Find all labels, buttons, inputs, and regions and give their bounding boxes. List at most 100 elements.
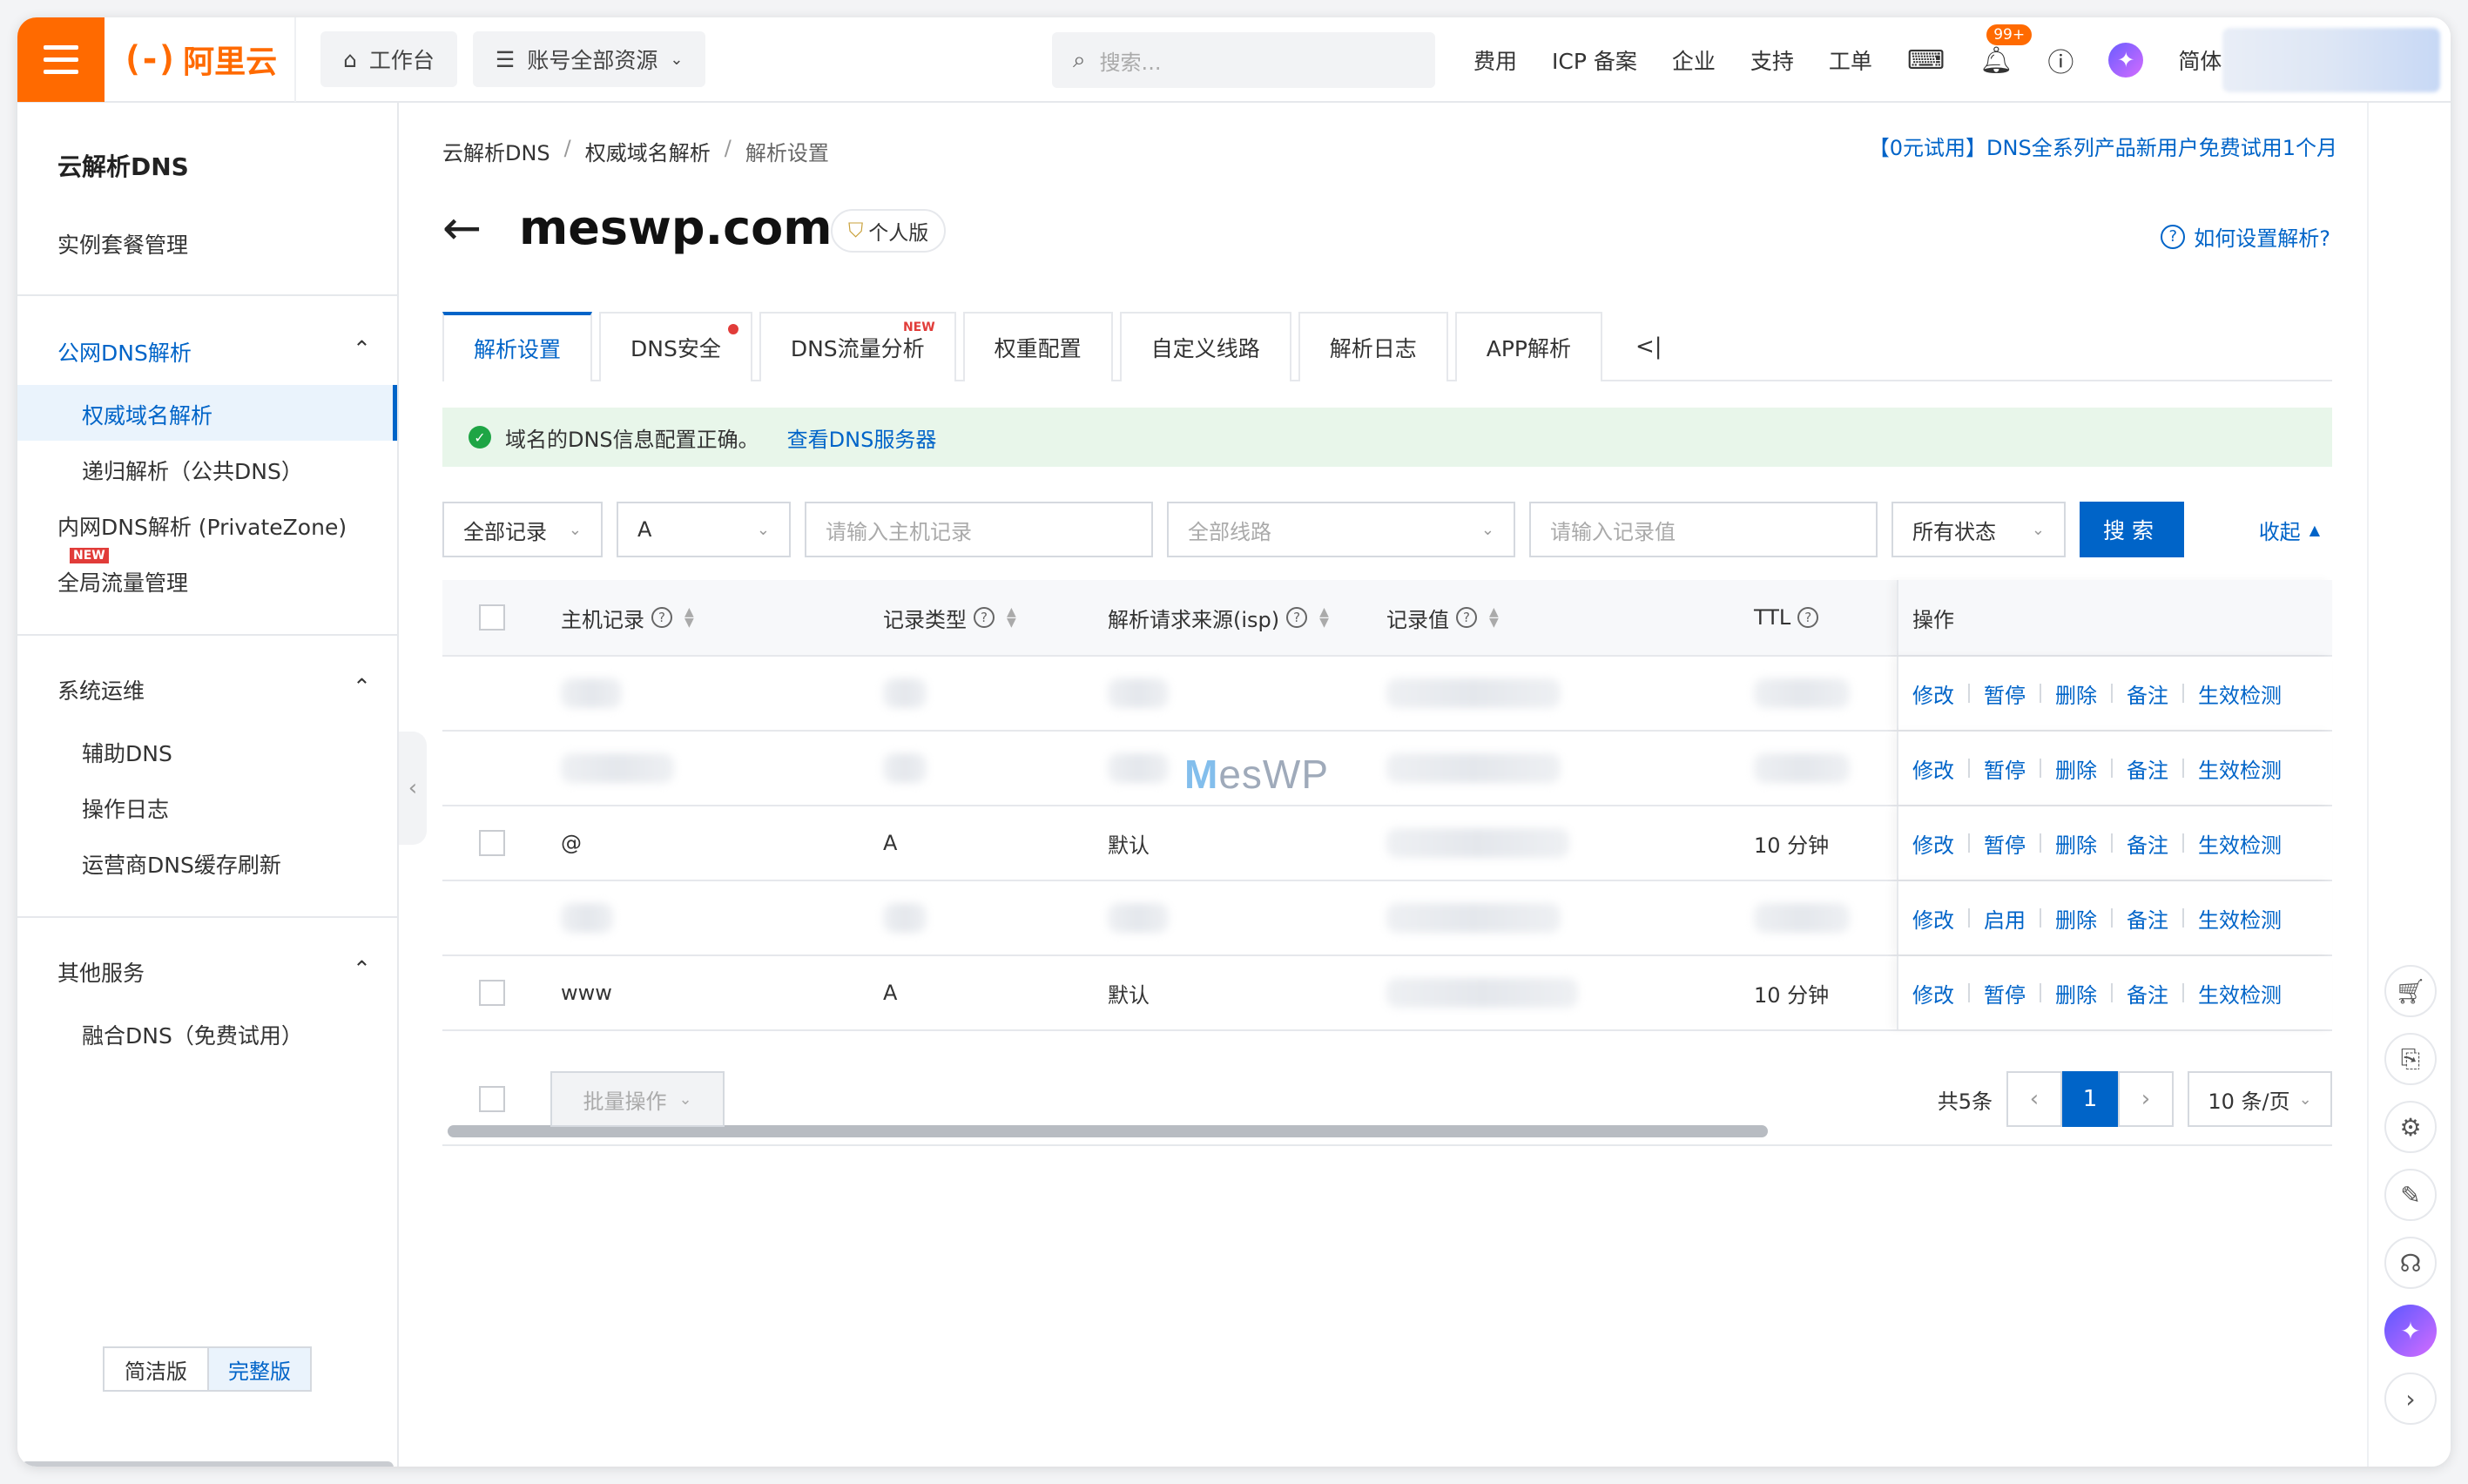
- sidebar-item-global-traffic[interactable]: 全局流量管理: [57, 566, 188, 597]
- edit-pen-icon[interactable]: ✎: [2384, 1169, 2437, 1221]
- pause-link[interactable]: 暂停: [1984, 678, 2026, 709]
- sort-icon[interactable]: ▲ ▼: [684, 606, 694, 629]
- version-full-button[interactable]: 完整版: [207, 1348, 310, 1390]
- check-link[interactable]: 生效检测: [2198, 903, 2282, 934]
- headset-icon[interactable]: ☊: [2384, 1237, 2437, 1289]
- edit-link[interactable]: 修改: [1912, 678, 1954, 709]
- sidebar-item-secondary-dns[interactable]: 辅助DNS: [82, 737, 172, 768]
- remark-link[interactable]: 备注: [2127, 903, 2168, 934]
- batch-operation-dropdown[interactable]: 批量操作 ⌄: [550, 1071, 725, 1127]
- view-dns-servers-link[interactable]: 查看DNS服务器: [787, 422, 937, 453]
- row-checkbox[interactable]: [479, 956, 505, 1029]
- bell-icon[interactable]: 🔔︎ 99+: [1979, 24, 2033, 76]
- footer-select-all-checkbox[interactable]: [479, 1086, 505, 1112]
- back-arrow-icon[interactable]: ←: [442, 200, 482, 255]
- remark-link[interactable]: 备注: [2127, 978, 2168, 1008]
- search-button[interactable]: 搜索: [2080, 502, 2184, 557]
- tab-weight-config[interactable]: 权重配置: [962, 312, 1113, 381]
- global-search-input[interactable]: ⌕ 搜索...: [1052, 32, 1435, 88]
- remark-link[interactable]: 备注: [2127, 753, 2168, 784]
- col-value[interactable]: 记录值? ▲ ▼: [1386, 580, 1499, 655]
- tab-app-resolve[interactable]: APP解析: [1454, 312, 1602, 381]
- tab-dns-traffic[interactable]: DNS流量分析 NEW: [759, 312, 956, 381]
- edit-link[interactable]: 修改: [1912, 828, 1954, 859]
- table-horizontal-scrollbar[interactable]: [448, 1125, 1768, 1137]
- remark-link[interactable]: 备注: [2127, 828, 2168, 859]
- support-link[interactable]: 支持: [1750, 44, 1794, 76]
- check-link[interactable]: 生效检测: [2198, 978, 2282, 1008]
- sidebar-item-authoritative[interactable]: 权威域名解析: [82, 399, 212, 430]
- delete-link[interactable]: 删除: [2055, 753, 2097, 784]
- prev-page-button[interactable]: ‹: [2006, 1071, 2062, 1127]
- collapse-filters-link[interactable]: 收起 ▲: [2259, 515, 2320, 545]
- delete-link[interactable]: 删除: [2055, 678, 2097, 709]
- remark-link[interactable]: 备注: [2127, 678, 2168, 709]
- sidebar-item-cache-refresh[interactable]: 运营商DNS缓存刷新: [82, 848, 281, 880]
- sidebar-group-public-dns[interactable]: 公网DNS解析 ⌃: [57, 336, 371, 368]
- chevron-right-icon[interactable]: ›: [2384, 1373, 2437, 1425]
- workbench-button[interactable]: ⌂ 工作台: [320, 31, 457, 87]
- col-isp[interactable]: 解析请求来源(isp)? ▲ ▼: [1108, 580, 1329, 655]
- next-page-button[interactable]: ›: [2118, 1071, 2174, 1127]
- fees-link[interactable]: 费用: [1473, 44, 1517, 76]
- aliyun-logo[interactable]: (-) 阿里云: [105, 17, 296, 102]
- delete-link[interactable]: 删除: [2055, 978, 2097, 1008]
- gear-icon[interactable]: ⚙: [2384, 1101, 2437, 1153]
- tab-resolve-log[interactable]: 解析日志: [1298, 312, 1448, 381]
- record-scope-select[interactable]: 全部记录 ⌄: [442, 502, 603, 557]
- sidebar-item-private-zone[interactable]: 内网DNS解析 (PrivateZone) NEW: [57, 510, 397, 567]
- edit-link[interactable]: 修改: [1912, 753, 1954, 784]
- terminal-icon[interactable]: ⌨: [1907, 45, 1945, 76]
- icp-link[interactable]: ICP 备案: [1552, 44, 1637, 76]
- delete-link[interactable]: 删除: [2055, 828, 2097, 859]
- host-record-input[interactable]: 请输入主机记录: [805, 502, 1153, 557]
- sort-icon[interactable]: ▲ ▼: [1319, 606, 1329, 629]
- row-checkbox[interactable]: [479, 806, 505, 880]
- enable-link[interactable]: 启用: [1984, 903, 2026, 934]
- check-link[interactable]: 生效检测: [2198, 678, 2282, 709]
- user-account-avatar[interactable]: [2222, 28, 2440, 92]
- help-icon[interactable]: ⓘ: [2047, 41, 2074, 79]
- promo-link[interactable]: 【0元试用】DNS全系列产品新用户免费试用1个月: [1869, 131, 2337, 161]
- breadcrumb-authoritative[interactable]: 权威域名解析: [585, 136, 711, 166]
- col-host[interactable]: 主机记录? ▲ ▼: [561, 580, 694, 655]
- edit-link[interactable]: 修改: [1912, 903, 1954, 934]
- ai-assistant-icon[interactable]: ✦: [2108, 43, 2144, 78]
- page-size-select[interactable]: 10 条/页 ⌄: [2188, 1071, 2332, 1127]
- breadcrumb-dns[interactable]: 云解析DNS: [442, 136, 550, 166]
- status-select[interactable]: 所有状态 ⌄: [1891, 502, 2066, 557]
- line-select[interactable]: 全部线路 ⌄: [1167, 502, 1515, 557]
- pause-link[interactable]: 暂停: [1984, 828, 2026, 859]
- sort-icon[interactable]: ▲ ▼: [1007, 606, 1016, 629]
- tabs-collapse-icon[interactable]: <|: [1609, 312, 1689, 381]
- sort-icon[interactable]: ▲ ▼: [1489, 606, 1499, 629]
- enterprise-link[interactable]: 企业: [1672, 44, 1716, 76]
- account-resources-dropdown[interactable]: ☰ 账号全部资源 ⌄: [472, 31, 706, 87]
- record-type-select[interactable]: A ⌄: [617, 502, 791, 557]
- tab-custom-line[interactable]: 自定义线路: [1119, 312, 1291, 381]
- sidebar-item-recursive[interactable]: 递归解析（公共DNS）: [82, 455, 303, 486]
- select-all-checkbox[interactable]: [479, 580, 505, 655]
- check-link[interactable]: 生效检测: [2198, 753, 2282, 784]
- pause-link[interactable]: 暂停: [1984, 978, 2026, 1008]
- sidebar-item-fusion-dns[interactable]: 融合DNS（免费试用）: [82, 1019, 303, 1050]
- record-value-input[interactable]: 请输入记录值: [1529, 502, 1878, 557]
- hamburger-menu-icon[interactable]: [17, 17, 105, 102]
- version-simple-button[interactable]: 简洁版: [105, 1348, 207, 1390]
- edit-link[interactable]: 修改: [1912, 978, 1954, 1008]
- tab-resolve-settings[interactable]: 解析设置: [442, 312, 593, 381]
- check-link[interactable]: 生效检测: [2198, 828, 2282, 859]
- cart-icon[interactable]: 🛒︎: [2384, 965, 2437, 1017]
- col-type[interactable]: 记录类型? ▲ ▼: [883, 580, 1016, 655]
- page-number-button[interactable]: 1: [2062, 1071, 2118, 1127]
- tab-dns-security[interactable]: DNS安全: [599, 312, 752, 381]
- sidebar-group-other[interactable]: 其他服务 ⌃: [57, 956, 371, 988]
- sidebar-item-operation-log[interactable]: 操作日志: [82, 793, 169, 824]
- sidebar-group-ops[interactable]: 系统运维 ⌃: [57, 674, 371, 705]
- document-icon[interactable]: ⎘: [2384, 1033, 2437, 1085]
- ticket-link[interactable]: 工单: [1829, 44, 1872, 76]
- sidebar-scrollbar[interactable]: [21, 1461, 394, 1467]
- how-to-setup-link[interactable]: ? 如何设置解析?: [2161, 221, 2330, 252]
- delete-link[interactable]: 删除: [2055, 903, 2097, 934]
- language-switch[interactable]: 简体: [2178, 44, 2222, 76]
